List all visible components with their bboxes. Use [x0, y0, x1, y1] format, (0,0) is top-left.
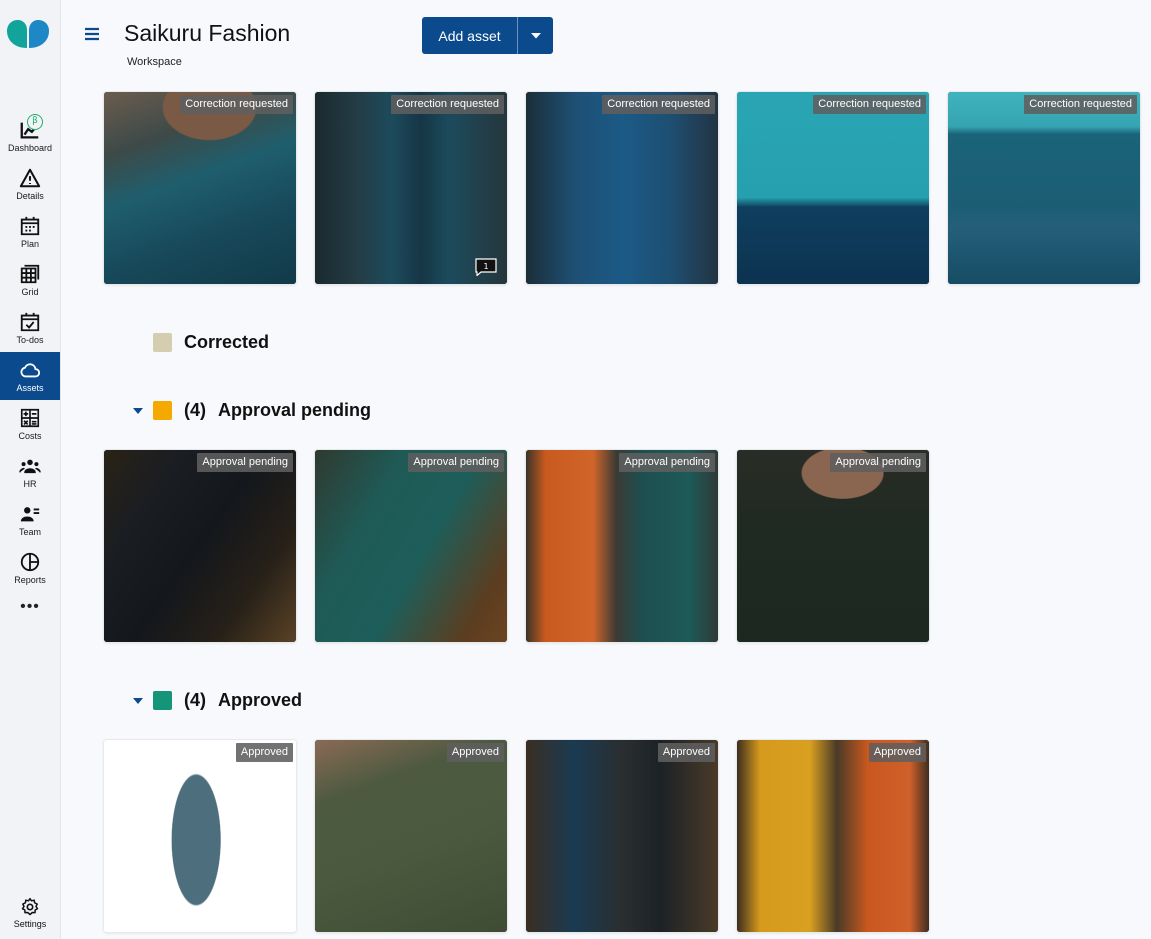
status-badge: Correction requested [813, 95, 926, 114]
section-header-approved[interactable]: (4) Approved [133, 690, 302, 711]
pie-chart-icon [20, 552, 40, 572]
sidebar-item-details[interactable]: Details [0, 160, 60, 208]
collapse-triangle-icon[interactable] [133, 697, 143, 705]
status-badge: Correction requested [1024, 95, 1137, 114]
team-icon [20, 507, 40, 522]
status-badge: Approval pending [408, 453, 504, 472]
todo-calendar-icon [20, 312, 40, 332]
status-badge: Approval pending [619, 453, 715, 472]
asset-card[interactable]: Correction requested [526, 92, 718, 284]
asset-card[interactable]: Approval pending [526, 450, 718, 642]
grid-icon [20, 264, 40, 284]
section-count: (4) [184, 690, 206, 710]
sidebar-item-hr[interactable]: HR [0, 448, 60, 496]
status-color-swatch [153, 691, 172, 710]
gear-icon [21, 897, 39, 916]
sidebar-item-dashboard[interactable]: β Dashboard [0, 112, 60, 160]
add-asset-dropdown[interactable] [518, 32, 553, 40]
sidebar-item-grid[interactable]: Grid [0, 256, 60, 304]
asset-card[interactable]: Approval pending [315, 450, 507, 642]
status-color-swatch [153, 401, 172, 420]
section-title: Approval pending [218, 400, 371, 420]
section-count: (4) [184, 400, 206, 420]
asset-thumbnail [315, 450, 507, 642]
status-badge: Correction requested [602, 95, 715, 114]
comment-icon[interactable]: 1 [475, 258, 497, 276]
sidebar-item-assets[interactable]: Assets [0, 352, 60, 400]
asset-card[interactable]: Approval pending [104, 450, 296, 642]
add-asset-button[interactable]: Add asset [422, 17, 553, 54]
section-header-corrected[interactable]: Corrected [153, 332, 269, 353]
caret-down-icon [530, 32, 541, 38]
sidebar-item-label: Plan [20, 239, 39, 249]
hamburger-menu-icon[interactable] [84, 27, 100, 41]
section-header-approval-pending[interactable]: (4) Approval pending [133, 400, 371, 421]
sidebar-item-label: To-dos [16, 335, 44, 345]
asset-thumbnail [737, 450, 929, 642]
status-badge: Approved [657, 743, 715, 762]
status-badge: Approval pending [830, 453, 926, 472]
sidebar-item-costs[interactable]: Costs [0, 400, 60, 448]
people-group-icon [19, 459, 41, 474]
page-subtitle: Workspace [127, 56, 182, 68]
cloud-icon [20, 363, 41, 378]
asset-card[interactable]: Approved [315, 740, 507, 932]
asset-thumbnail [948, 92, 1140, 284]
asset-thumbnail [315, 92, 507, 284]
beta-badge: β [27, 114, 43, 130]
asset-card[interactable]: Approval pending [737, 450, 929, 642]
sidebar-item-label: HR [23, 479, 37, 489]
asset-thumbnail [104, 92, 296, 284]
asset-card[interactable]: Approved [104, 740, 296, 932]
asset-thumbnail [526, 450, 718, 642]
comment-count: 1 [483, 262, 488, 271]
asset-card[interactable]: Approved [737, 740, 929, 932]
status-badge: Approval pending [197, 453, 293, 472]
sidebar-item-reports[interactable]: Reports [0, 544, 60, 592]
status-badge: Approved [868, 743, 926, 762]
sidebar-nav: β Dashboard Details Plan Grid To-dos Ass… [0, 112, 60, 622]
asset-thumbnail [104, 450, 296, 642]
status-badge: Approved [235, 743, 293, 762]
asset-thumbnail [737, 92, 929, 284]
sidebar-item-todos[interactable]: To-dos [0, 304, 60, 352]
asset-thumbnail [315, 740, 507, 932]
sidebar-item-plan[interactable]: Plan [0, 208, 60, 256]
asset-thumbnail [526, 740, 718, 932]
add-asset-label: Add asset [438, 27, 501, 44]
more-menu-button[interactable]: ••• [0, 592, 60, 622]
section-title: Corrected [184, 332, 270, 352]
settings-label: Settings [13, 919, 47, 929]
sidebar-item-label: Grid [21, 287, 39, 297]
sidebar-item-label: Team [18, 527, 41, 537]
asset-thumbnail [737, 740, 929, 932]
sidebar-item-settings[interactable]: Settings [0, 897, 60, 937]
sidebar-item-label: Details [16, 191, 44, 201]
page-title: Saikuru Fashion [124, 20, 291, 46]
asset-thumbnail [526, 92, 718, 284]
sidebar-item-team[interactable]: Team [0, 496, 60, 544]
section-title: Approved [218, 690, 303, 710]
app-logo[interactable] [6, 18, 50, 50]
sidebar-item-label: Assets [16, 383, 44, 393]
sidebar-item-label: Reports [14, 575, 46, 585]
sidebar-item-label: Costs [18, 431, 42, 441]
asset-card[interactable]: Correction requested [737, 92, 929, 284]
asset-card[interactable]: Correction requested 1 [315, 92, 507, 284]
status-badge: Approved [446, 743, 504, 762]
status-badge: Correction requested [391, 95, 504, 114]
sidebar: β Dashboard Details Plan Grid To-dos Ass… [0, 0, 61, 939]
warning-triangle-icon [19, 168, 41, 188]
asset-card[interactable]: Approved [526, 740, 718, 932]
calculator-icon [20, 408, 40, 428]
status-badge: Correction requested [180, 95, 293, 114]
collapse-triangle-icon[interactable] [133, 407, 143, 415]
calendar-icon [20, 216, 40, 236]
asset-card[interactable]: Correction requested [948, 92, 1140, 284]
asset-thumbnail [104, 740, 296, 932]
sidebar-item-label: Dashboard [7, 143, 53, 153]
asset-card[interactable]: Correction requested [104, 92, 296, 284]
status-color-swatch [153, 333, 172, 352]
